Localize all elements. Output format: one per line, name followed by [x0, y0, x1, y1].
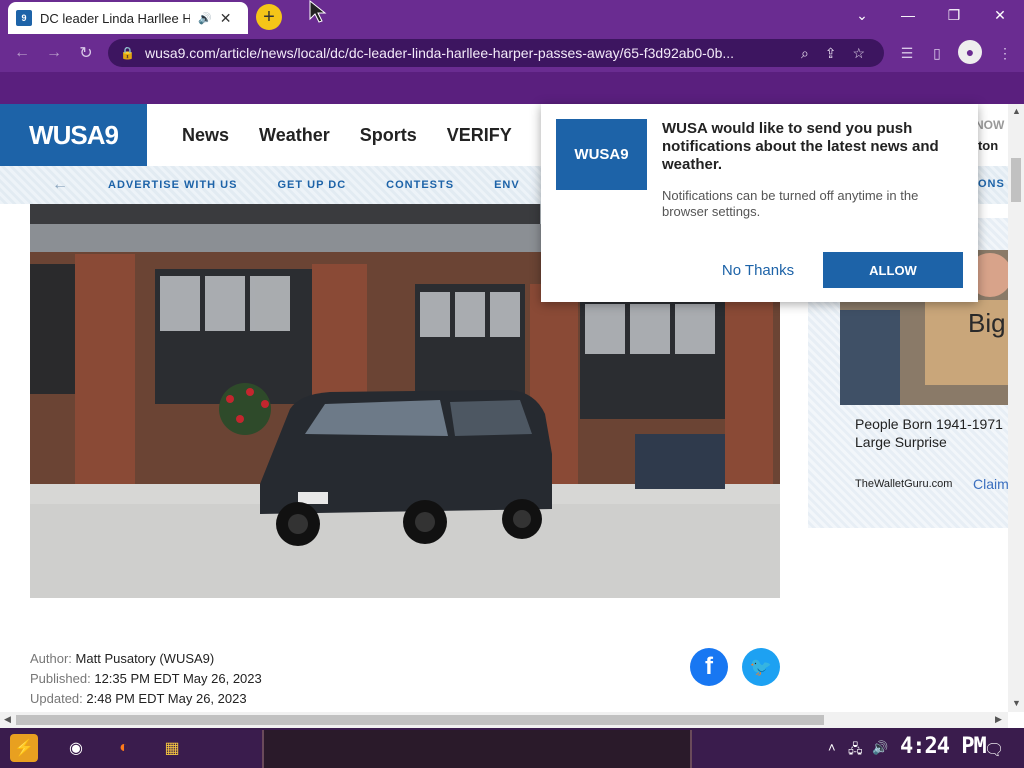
search-icon[interactable]: ⌕ — [801, 45, 809, 62]
ad-claim-link[interactable]: Claim — [973, 476, 1009, 492]
firefox-taskbar-icon[interactable]: ◐ — [110, 734, 138, 762]
vertical-scroll-thumb[interactable] — [1011, 158, 1021, 202]
dialog-logo: WUSA9 — [556, 119, 647, 190]
subnav-back-arrow-icon[interactable]: ← — [52, 176, 68, 194]
profile-avatar-icon[interactable]: ● — [958, 40, 982, 64]
taskbar-wallpaper-panel — [262, 730, 692, 768]
forward-icon[interactable]: → — [42, 42, 66, 64]
volume-icon[interactable]: 🔊 — [872, 740, 888, 756]
tray-expand-icon[interactable]: ˄ — [828, 740, 836, 755]
reading-list-icon[interactable]: ☰ — [896, 42, 918, 64]
speaker-icon[interactable]: 🔊 — [198, 12, 212, 25]
updated-date: 2:48 PM EDT May 26, 2023 — [86, 691, 247, 706]
mouse-cursor-icon — [309, 0, 327, 23]
updated-label: Updated: — [30, 691, 83, 706]
nav-sports[interactable]: Sports — [360, 125, 417, 146]
taskbar-clock[interactable]: 4:24 PM — [900, 734, 987, 759]
bookmark-star-icon[interactable]: ☆ — [853, 45, 866, 62]
byline-author: Author: Matt Pusatory (WUSA9) — [30, 651, 214, 666]
scroll-up-arrow-icon[interactable]: ▲ — [1012, 106, 1021, 116]
horizontal-scroll-thumb[interactable] — [16, 715, 824, 725]
ad-headline[interactable]: People Born 1941-1971 Large Surprise — [855, 415, 1015, 451]
now-tag: NOW — [975, 118, 1005, 132]
start-button-icon[interactable]: ⚡ — [10, 734, 38, 762]
chrome-taskbar-icon[interactable]: ◉ — [62, 734, 90, 762]
site-logo[interactable]: WUSA9 — [0, 104, 147, 166]
author-name[interactable]: Matt Pusatory (WUSA9) — [76, 651, 215, 666]
side-panel-icon[interactable]: ▯ — [926, 42, 948, 64]
twitter-share-icon[interactable]: 🐦 — [742, 648, 780, 686]
share-icon[interactable]: ⇪ — [825, 45, 837, 62]
lock-icon[interactable]: 🔒 — [120, 46, 135, 60]
new-tab-button[interactable]: + — [256, 4, 282, 30]
subnav-advertise[interactable]: ADVERTISE WITH US — [108, 179, 237, 191]
dialog-note: Notifications can be turned off anytime … — [662, 188, 919, 219]
browser-tab[interactable]: 9 DC leader Linda Harllee He 🔊 ✕ — [8, 2, 248, 34]
subnav-right-link[interactable]: ONS — [978, 178, 1005, 190]
file-explorer-taskbar-icon[interactable]: ▦ — [158, 734, 186, 762]
no-thanks-button[interactable]: No Thanks — [711, 252, 805, 288]
subnav-contests[interactable]: CONTESTS — [386, 179, 454, 191]
subnav-env[interactable]: ENV — [494, 179, 520, 191]
push-notification-dialog: WUSA9 WUSA would like to send you push n… — [541, 104, 978, 302]
ad-source[interactable]: TheWalletGuru.com — [855, 478, 952, 490]
scroll-down-arrow-icon[interactable]: ▼ — [1012, 698, 1021, 708]
published-date: 12:35 PM EDT May 26, 2023 — [94, 671, 262, 686]
subnav-get-up-dc[interactable]: GET UP DC — [277, 179, 346, 191]
url-text[interactable]: wusa9.com/article/news/local/dc/dc-leade… — [145, 45, 785, 61]
scroll-left-arrow-icon[interactable]: ◀ — [4, 714, 11, 725]
site-favicon-icon: 9 — [16, 10, 32, 26]
back-icon[interactable]: ← — [10, 42, 34, 64]
scroll-right-arrow-icon[interactable]: ▶ — [995, 714, 1002, 725]
facebook-share-icon[interactable]: f — [690, 648, 728, 686]
byline-published: Published: 12:35 PM EDT May 26, 2023 — [30, 671, 262, 686]
byline-updated: Updated: 2:48 PM EDT May 26, 2023 — [30, 691, 247, 706]
network-icon[interactable]: 🖧 — [848, 740, 863, 762]
author-label: Author: — [30, 651, 72, 666]
reload-icon[interactable]: ↻ — [74, 42, 98, 64]
tab-title: DC leader Linda Harllee He — [40, 10, 190, 26]
minimize-button[interactable]: — — [888, 4, 928, 26]
close-window-button[interactable]: ✕ — [980, 4, 1020, 26]
notification-center-icon[interactable]: 🗨 — [984, 740, 1004, 760]
nav-weather[interactable]: Weather — [259, 125, 330, 146]
nav-verify[interactable]: VERIFY — [447, 125, 512, 146]
close-tab-icon[interactable]: ✕ — [220, 10, 232, 27]
tab-search-icon[interactable]: ⌄ — [842, 4, 882, 26]
page-banner-strip — [0, 72, 1024, 104]
address-bar[interactable]: 🔒 wusa9.com/article/news/local/dc/dc-lea… — [108, 39, 884, 67]
published-label: Published: — [30, 671, 91, 686]
nav-news[interactable]: News — [182, 125, 229, 146]
browser-menu-icon[interactable]: ⋮ — [994, 42, 1016, 64]
ad-sign-text: Big PAY — [968, 308, 1008, 338]
dialog-title: WUSA would like to send you push notific… — [662, 120, 939, 173]
allow-button[interactable]: ALLOW — [823, 252, 963, 288]
restore-button[interactable]: ❐ — [934, 4, 974, 26]
